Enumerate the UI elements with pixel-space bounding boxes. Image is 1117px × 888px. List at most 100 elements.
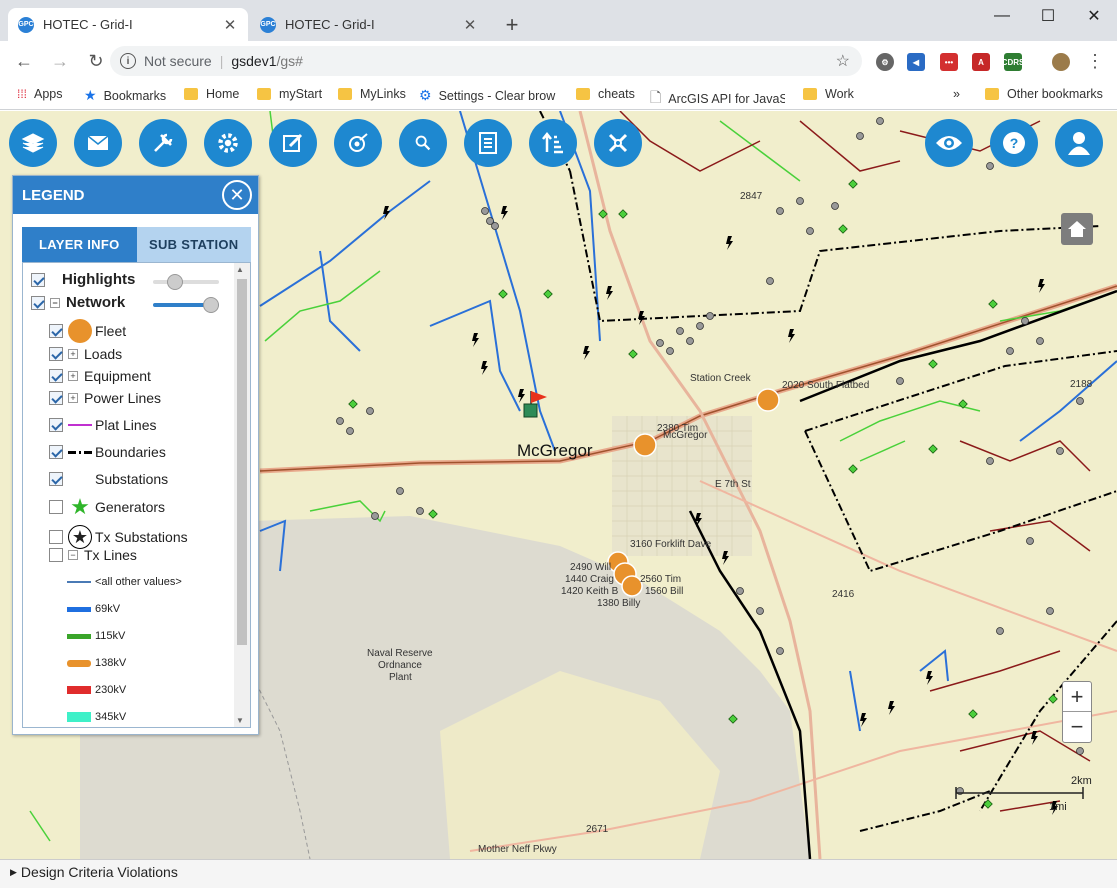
bookmarks-overflow-button[interactable]: »	[953, 87, 960, 101]
tx-line-label: 345kV	[95, 711, 127, 723]
extension-dots-icon[interactable]: •••	[940, 53, 958, 71]
highlights-opacity-slider[interactable]	[153, 280, 219, 284]
sublayer-tx-substations[interactable]: ★ Tx Substations	[49, 525, 188, 549]
minimize-button[interactable]: —	[979, 0, 1025, 32]
tab-active[interactable]: GPC HOTEC - Grid-I ✕	[8, 8, 248, 41]
layer-highlights[interactable]: Highlights	[31, 271, 135, 288]
user-button[interactable]	[1055, 119, 1103, 167]
back-button[interactable]: ←	[8, 46, 40, 78]
extension-cdrs-icon[interactable]: CDRS	[1002, 53, 1024, 71]
maximize-button[interactable]: ☐	[1025, 0, 1071, 32]
menu-kebab-icon[interactable]: ⋮	[1086, 51, 1104, 72]
equipment-expand-icon[interactable]: +	[68, 371, 78, 381]
scroll-down-icon[interactable]: ▼	[236, 716, 244, 725]
zoom-in-button[interactable]: +	[1063, 682, 1091, 712]
zoom-out-button[interactable]: −	[1063, 712, 1091, 742]
scroll-up-icon[interactable]: ▲	[236, 265, 244, 274]
sublayer-generators[interactable]: ★ Generators	[49, 494, 165, 519]
tools-button[interactable]	[139, 119, 187, 167]
mail-button[interactable]	[74, 119, 122, 167]
folder-icon	[257, 88, 271, 100]
tx-substations-checkbox[interactable]	[49, 530, 63, 544]
tx-line-230kv: 230kV	[67, 684, 126, 696]
sublayer-power-lines[interactable]: + Power Lines	[49, 390, 161, 406]
highlights-opacity-knob[interactable]	[167, 274, 183, 290]
generator-star-icon: ★	[70, 494, 90, 519]
tx-lines-collapse-icon[interactable]: −	[68, 550, 78, 560]
new-tab-button[interactable]: +	[500, 12, 524, 38]
tab-sub-station[interactable]: SUB STATION	[136, 227, 251, 262]
forward-button[interactable]: →	[44, 46, 76, 78]
extension-pdf-icon[interactable]: A	[972, 53, 990, 71]
highlights-checkbox[interactable]	[31, 272, 45, 287]
layer-label: Tx Substations	[95, 529, 188, 545]
url-host: gsdev1	[231, 53, 277, 69]
trace-button[interactable]	[334, 119, 382, 167]
tab-title: HOTEC - Grid-I	[285, 17, 375, 32]
bookmark-home[interactable]: Home	[184, 87, 239, 101]
network-opacity-knob[interactable]	[203, 297, 219, 313]
legend-scrollbar[interactable]: ▲ ▼	[234, 263, 250, 727]
sublayer-boundaries[interactable]: Boundaries	[49, 444, 166, 460]
bookmark-mylinks[interactable]: MyLinks	[338, 87, 406, 101]
info-icon[interactable]: i	[120, 53, 136, 69]
sublayer-loads[interactable]: + Loads	[49, 346, 122, 362]
tx-line-all-other: <all other values>	[67, 576, 182, 588]
power-lines-expand-icon[interactable]: +	[68, 393, 78, 403]
sublayer-equipment[interactable]: + Equipment	[49, 368, 151, 384]
network-checkbox[interactable]	[31, 295, 45, 310]
bookmark-mystart[interactable]: myStart	[257, 87, 322, 101]
close-tab-icon[interactable]: ✕	[222, 16, 238, 34]
map-label: 2490 Will	[570, 562, 612, 573]
tx-lines-checkbox[interactable]	[49, 548, 63, 562]
close-tab-icon[interactable]: ✕	[462, 16, 478, 34]
sort-button[interactable]	[529, 119, 577, 167]
bookmark-cheats[interactable]: cheats	[576, 87, 635, 101]
sublayer-tx-lines[interactable]: − Tx Lines	[49, 547, 137, 563]
loads-checkbox[interactable]	[49, 347, 63, 361]
fleet-checkbox[interactable]	[49, 324, 63, 338]
substations-checkbox[interactable]	[49, 472, 63, 486]
sublayer-fleet[interactable]: Fleet	[49, 319, 126, 343]
bookmark-bookmarks[interactable]: ★ Bookmarks	[84, 87, 166, 104]
help-button[interactable]: ?	[990, 119, 1038, 167]
loads-expand-icon[interactable]: +	[68, 349, 78, 359]
equipment-checkbox[interactable]	[49, 369, 63, 383]
plat-lines-checkbox[interactable]	[49, 418, 63, 432]
sublayer-substations[interactable]: Substations	[49, 471, 168, 487]
sublayer-plat-lines[interactable]: Plat Lines	[49, 417, 156, 433]
layers-button[interactable]	[9, 119, 57, 167]
scroll-thumb[interactable]	[237, 279, 247, 645]
generators-checkbox[interactable]	[49, 500, 63, 514]
design-criteria-violations-toggle[interactable]: ▶ Design Criteria Violations	[10, 864, 178, 880]
search-button[interactable]	[399, 119, 447, 167]
layer-network[interactable]: − Network	[31, 294, 125, 311]
reload-button[interactable]: ↻	[80, 46, 112, 78]
extension-gear-icon[interactable]: ⚙	[876, 53, 894, 71]
bookmark-work[interactable]: Work	[803, 87, 854, 101]
tab-inactive[interactable]: GPC HOTEC - Grid-I ✕	[250, 8, 488, 41]
boundaries-checkbox[interactable]	[49, 445, 63, 459]
eye-button[interactable]	[925, 119, 973, 167]
power-lines-checkbox[interactable]	[49, 391, 63, 405]
extension-speaker-icon[interactable]: ◀	[907, 53, 925, 71]
address-bar[interactable]: i Not secure | gsdev1 /gs# ☆	[110, 46, 862, 76]
legend-close-button[interactable]: ✕	[222, 180, 252, 210]
network-collapse-icon[interactable]: −	[50, 297, 60, 308]
settings-button[interactable]	[204, 119, 252, 167]
utility-button[interactable]	[594, 119, 642, 167]
bookmark-settings[interactable]: ⚙ Settings - Clear brow	[419, 87, 557, 104]
bookmark-apps[interactable]: ⁞⁞⁞ Apps	[17, 87, 63, 101]
page-icon: 🗋	[650, 89, 662, 105]
map-view[interactable]: 2380 Tim McGregor 2020 South Flatbed 3160 F…	[0, 111, 1117, 859]
bookmark-arcgis[interactable]: 🗋 ArcGIS API for JavaSc	[650, 87, 785, 111]
tx-substation-icon: ★	[68, 525, 92, 549]
edit-button[interactable]	[269, 119, 317, 167]
home-button[interactable]	[1061, 213, 1093, 245]
bookmark-star-icon[interactable]: ☆	[836, 51, 850, 71]
profile-avatar[interactable]	[1052, 53, 1070, 71]
tab-layer-info[interactable]: LAYER INFO	[22, 227, 137, 262]
close-window-button[interactable]: ✕	[1071, 0, 1117, 32]
report-button[interactable]	[464, 119, 512, 167]
other-bookmarks[interactable]: Other bookmarks	[985, 87, 1103, 101]
